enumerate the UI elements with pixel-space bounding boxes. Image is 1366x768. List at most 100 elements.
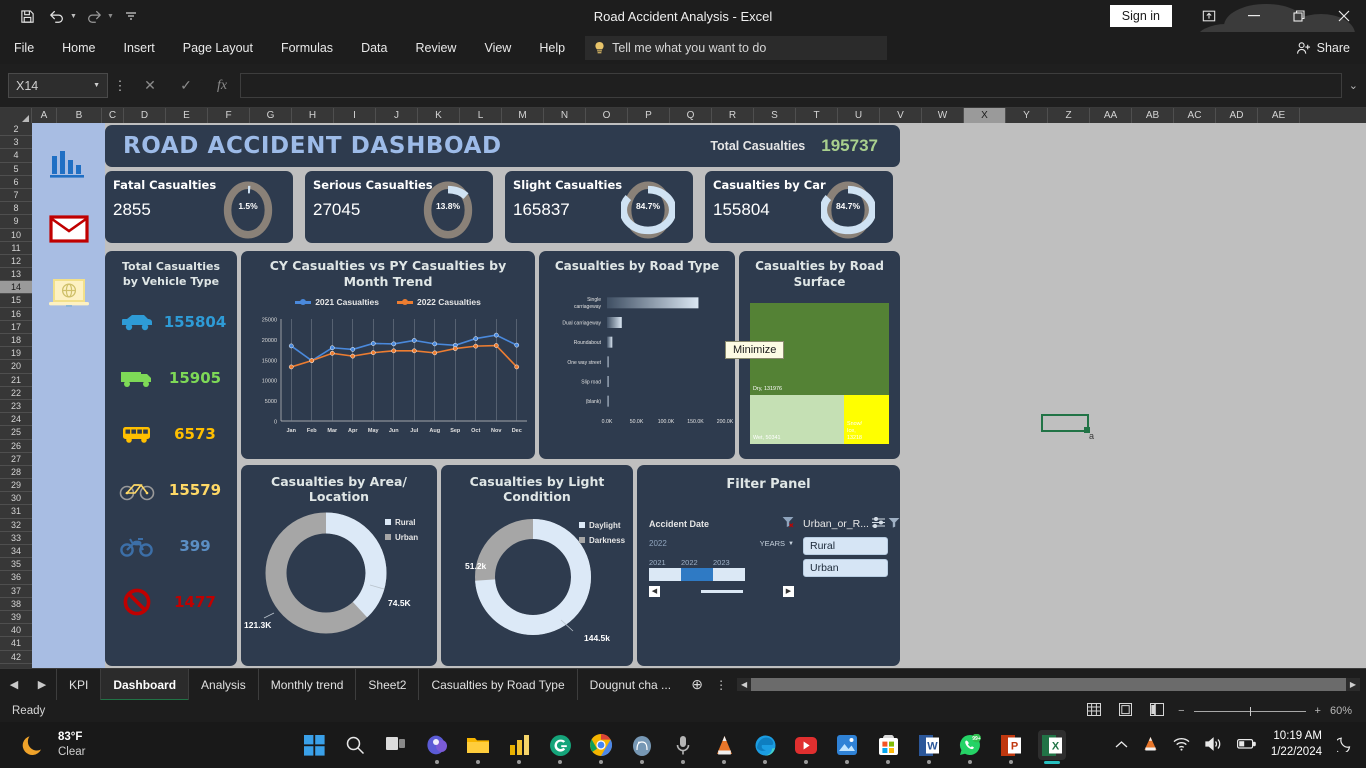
row-header-30[interactable]: 30 bbox=[0, 492, 32, 506]
row-header-37[interactable]: 37 bbox=[0, 585, 32, 598]
treemap-tile-wet[interactable]: Wet, 50341 bbox=[750, 395, 844, 444]
legend-daylight[interactable]: Daylight bbox=[579, 518, 625, 533]
horizontal-scrollbar[interactable]: ◀ ▶ bbox=[737, 678, 1360, 691]
row-header-14[interactable]: 14 bbox=[0, 281, 32, 295]
legend-rural[interactable]: Rural bbox=[385, 515, 418, 530]
ribbon-tab-file[interactable]: File bbox=[0, 32, 48, 64]
previous-sheet-icon[interactable]: ◀ bbox=[0, 678, 28, 691]
treemap-tile-snow-ice[interactable]: Snow/Ice, 13218 bbox=[844, 395, 889, 444]
row-header-24[interactable]: 24 bbox=[0, 413, 32, 427]
scroll-right-icon[interactable]: ▶ bbox=[783, 586, 794, 597]
row-header-15[interactable]: 15 bbox=[0, 294, 32, 308]
column-header-ab[interactable]: AB bbox=[1132, 108, 1174, 123]
kpi-card-2[interactable]: Slight Casualties 165837 84.7% bbox=[505, 171, 693, 243]
area-location-chart[interactable]: Casualties by Area/ Location Rural Urban… bbox=[241, 465, 437, 666]
share-button[interactable]: Share bbox=[1296, 41, 1350, 55]
row-header-19[interactable]: 19 bbox=[0, 347, 32, 361]
light-condition-chart[interactable]: Casualties by Light Condition Daylight D… bbox=[441, 465, 633, 666]
column-header-ac[interactable]: AC bbox=[1174, 108, 1216, 123]
row-header-36[interactable]: 36 bbox=[0, 571, 32, 585]
scroll-thumb[interactable] bbox=[751, 678, 1346, 691]
chevron-down-icon[interactable]: ▼ bbox=[93, 82, 100, 89]
row-header-4[interactable]: 4 bbox=[0, 149, 32, 163]
excel-icon[interactable]: X bbox=[1038, 730, 1066, 760]
worksheet-canvas[interactable]: ROAD ACCIDENT DASHBOAD Total Casualties … bbox=[32, 123, 1366, 668]
ribbon-tab-formulas[interactable]: Formulas bbox=[267, 32, 347, 64]
ribbon-tab-view[interactable]: View bbox=[470, 32, 525, 64]
row-header-21[interactable]: 21 bbox=[0, 374, 32, 387]
all-sheets-icon[interactable]: ⋮ bbox=[711, 678, 731, 692]
multi-select-icon[interactable] bbox=[871, 515, 885, 533]
row-header-16[interactable]: 16 bbox=[0, 308, 32, 321]
powerpoint-icon[interactable]: P bbox=[997, 730, 1025, 760]
sheet-tab-kpi[interactable]: KPI bbox=[56, 668, 100, 701]
column-header-i[interactable]: I bbox=[334, 108, 376, 123]
row-header-9[interactable]: 9 bbox=[0, 215, 32, 229]
start-icon[interactable] bbox=[300, 730, 328, 760]
column-header-z[interactable]: Z bbox=[1048, 108, 1090, 123]
envelope-icon[interactable] bbox=[46, 209, 92, 249]
row-header-32[interactable]: 32 bbox=[0, 519, 32, 532]
undo-icon[interactable] bbox=[44, 4, 70, 28]
tell-me-search[interactable]: Tell me what you want to do bbox=[585, 36, 888, 60]
zoom-in-button[interactable]: + bbox=[1315, 705, 1321, 717]
column-header-q[interactable]: Q bbox=[670, 108, 712, 123]
sheet-tab-dougnut-cha[interactable]: Dougnut cha ... bbox=[576, 668, 683, 701]
column-header-p[interactable]: P bbox=[628, 108, 670, 123]
timeline-bar-2021[interactable] bbox=[649, 568, 681, 581]
zoom-out-button[interactable]: − bbox=[1178, 705, 1184, 717]
laptop-globe-icon[interactable] bbox=[46, 273, 92, 313]
redo-icon[interactable] bbox=[81, 4, 107, 28]
ribbon-tab-insert[interactable]: Insert bbox=[110, 32, 169, 64]
column-header-b[interactable]: B bbox=[57, 108, 102, 123]
scroll-left-icon[interactable]: ◀ bbox=[649, 586, 660, 597]
row-header-17[interactable]: 17 bbox=[0, 321, 32, 334]
name-box[interactable]: X14 ▼ bbox=[8, 73, 108, 98]
row-header-38[interactable]: 38 bbox=[0, 598, 32, 611]
clear-filter-icon[interactable] bbox=[888, 515, 900, 533]
row-header-27[interactable]: 27 bbox=[0, 453, 32, 466]
row-header-29[interactable]: 29 bbox=[0, 479, 32, 493]
column-header-v[interactable]: V bbox=[880, 108, 922, 123]
task-view-icon[interactable] bbox=[382, 730, 410, 760]
bar-chart-icon[interactable] bbox=[46, 145, 92, 185]
timeline-bar-2022[interactable] bbox=[681, 568, 713, 581]
ribbon-display-options-icon[interactable] bbox=[1186, 0, 1231, 32]
column-header-s[interactable]: S bbox=[754, 108, 796, 123]
monthly-trend-chart[interactable]: CY Casualties vs PY Casualties by Month … bbox=[241, 251, 535, 459]
sheet-tab-dashboard[interactable]: Dashboard bbox=[100, 668, 189, 701]
ribbon-tab-home[interactable]: Home bbox=[48, 32, 109, 64]
row-header-11[interactable]: 11 bbox=[0, 242, 32, 255]
youtube-icon[interactable] bbox=[792, 730, 820, 760]
row-header-42[interactable]: 42 bbox=[0, 651, 32, 664]
column-header-u[interactable]: U bbox=[838, 108, 880, 123]
column-header-r[interactable]: R bbox=[712, 108, 754, 123]
zoom-slider[interactable] bbox=[1193, 706, 1306, 716]
search-icon[interactable] bbox=[341, 730, 369, 760]
column-header-n[interactable]: N bbox=[544, 108, 586, 123]
power-bi-icon[interactable] bbox=[505, 730, 533, 760]
row-header-6[interactable]: 6 bbox=[0, 176, 32, 189]
save-icon[interactable] bbox=[14, 4, 40, 28]
row-header-35[interactable]: 35 bbox=[0, 558, 32, 572]
legend-item-2021[interactable]: 2021 Casualties bbox=[295, 297, 379, 307]
ribbon-tab-help[interactable]: Help bbox=[525, 32, 579, 64]
row-header-18[interactable]: 18 bbox=[0, 334, 32, 348]
kpi-card-0[interactable]: Fatal Casualties 2855 1.5% bbox=[105, 171, 293, 243]
column-header-f[interactable]: F bbox=[208, 108, 250, 123]
close-button[interactable] bbox=[1321, 0, 1366, 32]
page-layout-icon[interactable] bbox=[1119, 703, 1133, 719]
timeline-scrollbar[interactable] bbox=[700, 590, 743, 593]
mic-icon[interactable] bbox=[669, 730, 697, 760]
row-header-7[interactable]: 7 bbox=[0, 189, 32, 203]
enter-icon[interactable]: ✓ bbox=[168, 77, 204, 94]
postgresql-icon[interactable] bbox=[628, 730, 656, 760]
scroll-left-icon[interactable]: ◀ bbox=[737, 680, 751, 689]
scroll-right-icon[interactable]: ▶ bbox=[1346, 680, 1360, 689]
column-header-j[interactable]: J bbox=[376, 108, 418, 123]
zoom-level[interactable]: 60% bbox=[1330, 705, 1352, 717]
vlc-icon[interactable] bbox=[710, 730, 738, 760]
row-header-31[interactable]: 31 bbox=[0, 505, 32, 519]
sign-in-button[interactable]: Sign in bbox=[1109, 5, 1172, 27]
sheet-tab-analysis[interactable]: Analysis bbox=[188, 668, 258, 701]
